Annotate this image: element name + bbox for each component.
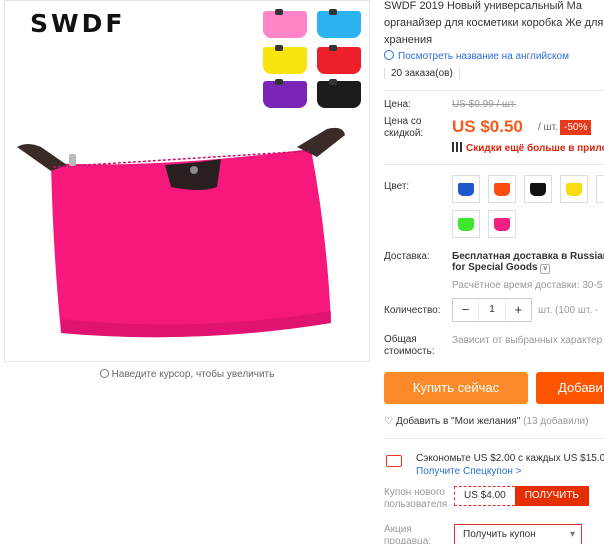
divider <box>384 164 604 165</box>
quantity-increase-button[interactable]: + <box>506 299 531 321</box>
new-user-coupon: US $4.00 ПОЛУЧИТЬ <box>454 486 589 506</box>
color-swatch-green[interactable] <box>452 210 480 238</box>
discount-badge: -50% <box>560 120 592 135</box>
quantity-label: Количество: <box>384 305 441 316</box>
color-swatch-blue[interactable] <box>452 175 480 203</box>
seller-coupon-select-text: Получить купон продавца <box>463 529 536 540</box>
app-discount-link[interactable]: Скидки ещё больше в прилож <box>452 142 604 154</box>
total-price-note: Зависит от выбранных характер <box>452 335 603 346</box>
price-label: Цена: <box>384 99 411 110</box>
get-new-user-coupon-button[interactable]: ПОЛУЧИТЬ <box>514 486 589 506</box>
dropdown-arrow-icon: ▾ <box>569 529 575 540</box>
color-swatch-more[interactable] <box>596 175 604 203</box>
qr-code-icon <box>452 142 462 152</box>
magnifier-icon <box>99 369 109 378</box>
quantity-stepper: − 1 + <box>452 298 532 322</box>
seller-promo-label: Акция продавца: <box>384 524 432 544</box>
get-coupon-link[interactable]: Получите Спецкупон > <box>416 466 522 477</box>
cosmetic-bag-image <box>17 127 345 338</box>
product-details: SWDF 2019 Новый универсальный Ма органай… <box>384 0 604 544</box>
new-user-coupon-label: Купон нового пользователя <box>384 487 448 510</box>
sale-price-label: Цена со скидкой: <box>384 116 424 139</box>
color-swatch-yellow[interactable] <box>560 175 588 203</box>
total-label: Общая стоимость: <box>384 334 435 357</box>
quantity-available: шт. (100 шт. - <box>538 305 599 316</box>
translate-link[interactable]: Посмотреть название на английском <box>384 50 569 62</box>
color-swatch-black[interactable] <box>524 175 552 203</box>
translate-icon <box>384 50 394 60</box>
divider <box>384 90 604 91</box>
product-image[interactable]: SWDF <box>4 0 370 362</box>
zoom-hint: Наведите курсор, чтобы увеличить <box>4 369 370 380</box>
heart-icon: ♡ <box>384 416 393 427</box>
divider <box>384 438 604 439</box>
color-swatch-orange[interactable] <box>488 175 516 203</box>
color-swatch-pink[interactable] <box>488 210 516 238</box>
wishlist-link[interactable]: ♡ Добавить в "Мои желания" (13 добавили) <box>384 416 588 427</box>
buy-now-button[interactable]: Купить сейчас <box>384 372 528 404</box>
current-price: US $0.50 <box>452 117 523 136</box>
delivery-time: Расчётное время доставки: 30-5 <box>452 280 603 291</box>
delivery-label: Доставка: <box>384 251 430 262</box>
product-title: SWDF 2019 Новый универсальный Ма органай… <box>384 0 604 46</box>
coupon-text: Сэкономьте US $2.00 с каждых US $15.00 <box>416 453 604 464</box>
delivery-method-text: for Special Goods <box>452 262 538 273</box>
seller-coupon-select[interactable]: Получить купон продавца ▾ <box>454 524 582 544</box>
orders-count: 20 заказа(ов) <box>384 68 460 79</box>
chevron-down-icon[interactable]: v <box>540 264 551 274</box>
app-discount-text: Скидки ещё больше в прилож <box>466 143 604 154</box>
quantity-input[interactable]: 1 <box>478 299 506 321</box>
add-to-cart-button[interactable]: Добави <box>536 372 604 404</box>
wishlist-count: (13 добавили) <box>523 416 589 427</box>
color-label: Цвет: <box>384 181 410 192</box>
quantity-decrease-button[interactable]: − <box>453 299 478 321</box>
old-price: US $0.99 / шт. <box>452 99 517 110</box>
wishlist-text: Добавить в "Мои желания" <box>395 416 521 427</box>
price-unit: / шт. <box>538 122 558 133</box>
translate-link-text: Посмотреть название на английском <box>398 51 569 62</box>
coupon-icon <box>386 455 402 467</box>
new-user-coupon-amount: US $4.00 <box>454 486 515 506</box>
delivery-method[interactable]: for Special Goods v <box>452 262 551 274</box>
zoom-hint-text: Наведите курсор, чтобы увеличить <box>111 369 275 380</box>
